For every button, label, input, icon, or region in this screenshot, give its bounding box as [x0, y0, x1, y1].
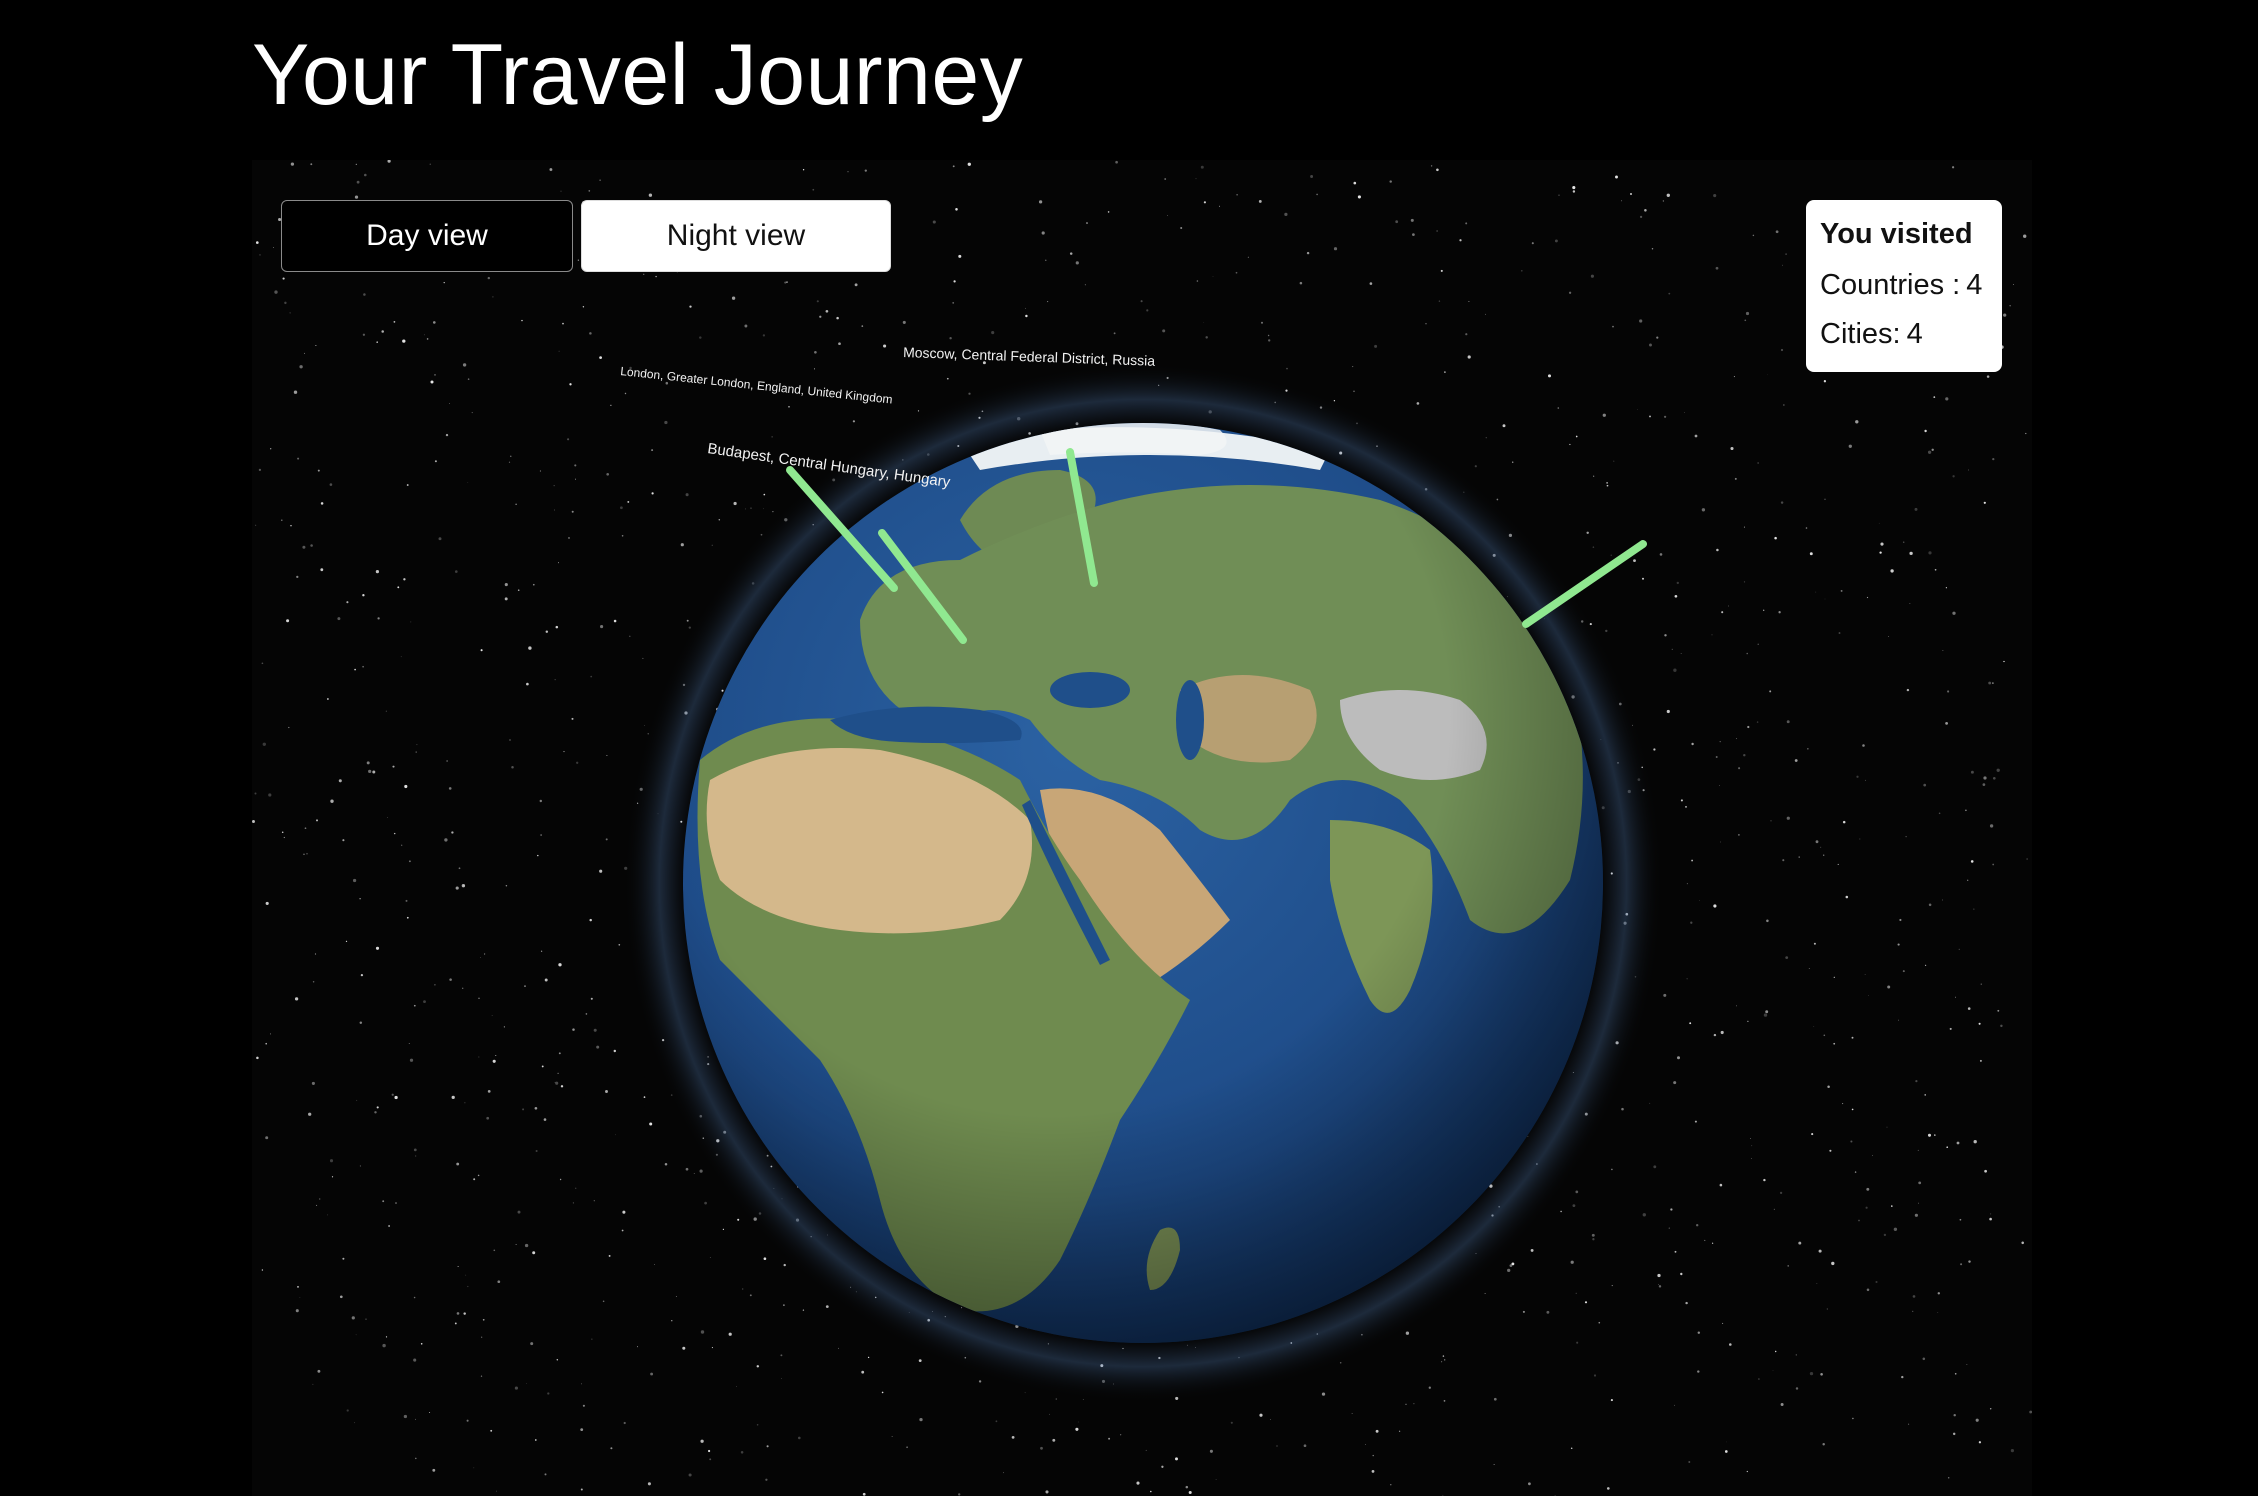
countries-count-row: Countries :4	[1820, 269, 2002, 302]
cities-count-row: Cities: 4	[1820, 318, 2002, 351]
countries-label: Countries :	[1820, 269, 1961, 301]
countries-value: 4	[1966, 269, 1983, 301]
page: Your Travel Journey London, Greater Lond…	[0, 0, 2258, 1496]
visited-header: You visited	[1820, 218, 1973, 250]
label-moscow: Moscow, Central Federal District, Russia	[903, 344, 1156, 369]
cities-label: Cities:	[1820, 318, 1901, 350]
label-london: London, Greater London, England, United …	[620, 364, 893, 407]
visited-stats-card: You visited Countries :4 Cities: 4	[1806, 200, 2002, 372]
globe-shading	[683, 423, 1603, 1343]
day-view-button[interactable]: Day view	[281, 200, 573, 272]
night-view-button[interactable]: Night view	[581, 200, 891, 272]
cities-value: 4	[1906, 318, 1923, 350]
